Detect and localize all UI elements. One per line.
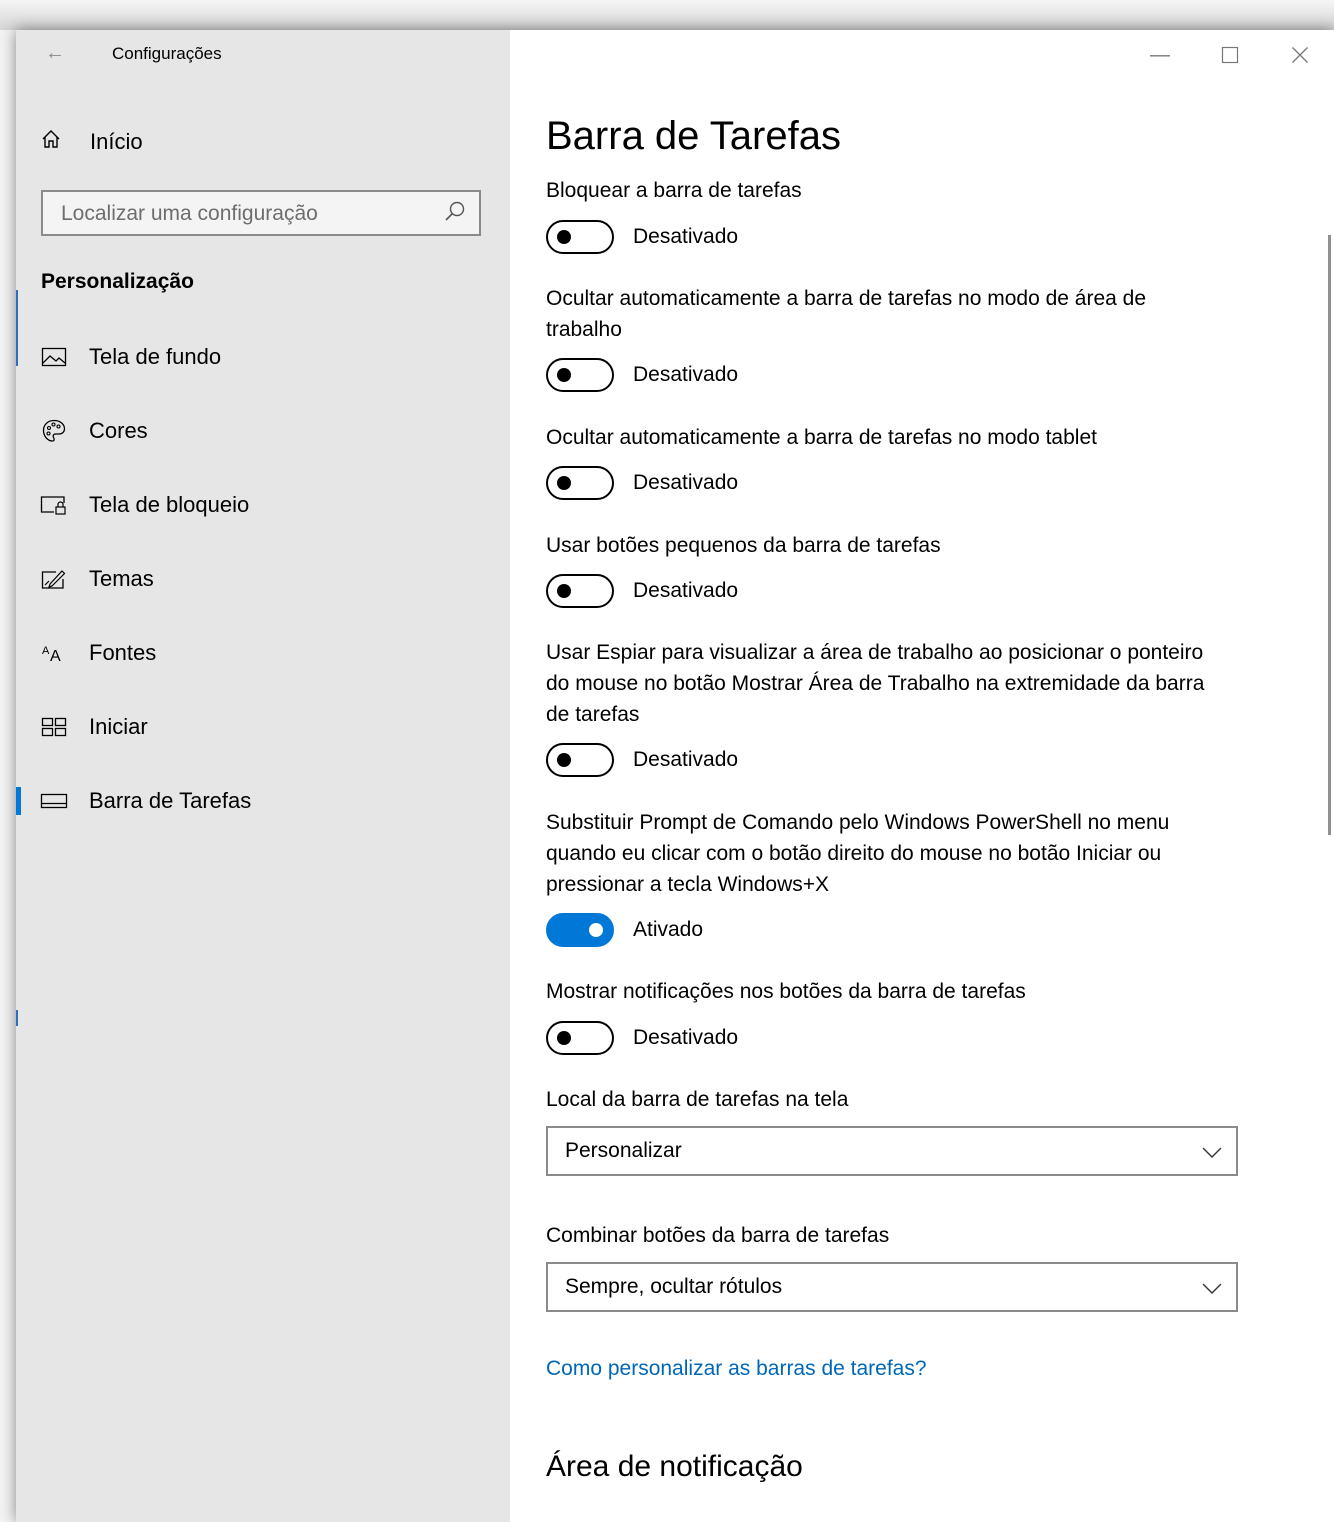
sidebar-item-label: Iniciar [89, 714, 148, 739]
sidebar-item-label: Início [90, 129, 143, 154]
sidebar-item-label: Cores [89, 418, 148, 443]
scrollbar[interactable] [1328, 235, 1331, 835]
page-title: Barra de Tarefas [546, 114, 841, 158]
toggle-state: Desativado [633, 225, 739, 248]
sidebar: ← Configurações Início Localizar uma con… [16, 30, 510, 1522]
setting-label: Ocultar automaticamente a barra de taref… [546, 426, 1097, 449]
fonts-icon: AA [40, 639, 68, 667]
toggle-knob [557, 753, 571, 767]
sidebar-item-label: Barra de Tarefas [89, 788, 252, 813]
setting-label: Substituir Prompt de Comando pelo Window… [546, 811, 1170, 896]
toggle-state: Desativado [633, 471, 739, 494]
toggle-state: Desativado [633, 579, 739, 602]
dropdown-label: Local da barra de tarefas na tela [546, 1088, 849, 1111]
sidebar-item-tela-de-bloqueio[interactable]: Tela de bloqueio [16, 468, 510, 542]
sidebar-item-temas[interactable]: Temas [16, 542, 510, 616]
setting-label: Usar botões pequenos da barra de tarefas [546, 534, 941, 557]
dropdown-value: Personalizar [565, 1139, 682, 1162]
setting-label: Ocultar automaticamente a barra de taref… [546, 287, 1147, 341]
search-icon[interactable] [441, 198, 469, 226]
toggle-switch[interactable] [546, 220, 614, 254]
chevron-down-icon [1200, 1140, 1224, 1164]
toggle-knob [557, 476, 571, 490]
toggle-knob [557, 1031, 571, 1045]
sidebar-item-tela-de-fundo[interactable]: Tela de fundo [16, 320, 510, 394]
sidebar-item-label: Tela de fundo [89, 344, 222, 369]
toggle-knob [557, 368, 571, 382]
themes-icon [40, 565, 68, 593]
sidebar-edge-mark [16, 1010, 18, 1026]
toggle-switch[interactable] [546, 743, 614, 777]
search-placeholder: Localizar uma configuração [61, 202, 318, 225]
taskbar-location-dropdown[interactable]: Personalizar [546, 1126, 1238, 1176]
toggle-powershell[interactable]: Ativado [546, 913, 703, 947]
toggle-knob [589, 923, 603, 937]
setting-label: Bloquear a barra de tarefas [546, 179, 802, 202]
help-link[interactable]: Como personalizar as barras de tarefas? [546, 1357, 927, 1381]
window-title: Configurações [112, 44, 222, 63]
section-heading: Personalização [41, 270, 194, 293]
picture-icon [40, 343, 68, 371]
sidebar-nav: Tela de fundo Cores Tela de bloqueio Tem… [16, 320, 510, 838]
palette-icon [40, 417, 68, 445]
toggle-autohide-desktop[interactable]: Desativado [546, 358, 738, 392]
lock-screen-icon [40, 491, 68, 519]
toggle-small-buttons[interactable]: Desativado [546, 574, 738, 608]
maximize-icon[interactable] [1206, 40, 1254, 70]
back-arrow-icon[interactable]: ← [40, 38, 70, 68]
search-input[interactable]: Localizar uma configuração [41, 190, 481, 236]
dropdown-value: Sempre, ocultar rótulos [565, 1275, 783, 1298]
start-icon [40, 713, 68, 741]
sidebar-item-label: Fontes [89, 640, 157, 665]
sidebar-item-label: Tela de bloqueio [89, 492, 250, 517]
toggle-autohide-tablet[interactable]: Desativado [546, 466, 738, 500]
toggle-switch[interactable] [546, 1021, 614, 1055]
sidebar-item-iniciar[interactable]: Iniciar [16, 690, 510, 764]
toggle-lock-taskbar[interactable]: Desativado [546, 220, 738, 254]
svg-text:A: A [50, 648, 61, 664]
close-icon[interactable] [1276, 40, 1324, 70]
home-icon [40, 128, 66, 156]
sidebar-item-cores[interactable]: Cores [16, 394, 510, 468]
sidebar-edge-mark [16, 290, 18, 366]
sidebar-item-fontes[interactable]: AA Fontes [16, 616, 510, 690]
toggle-state: Desativado [633, 1026, 739, 1049]
toggle-state: Ativado [633, 918, 704, 941]
screen-backdrop [0, 0, 1334, 30]
toggle-knob [557, 230, 571, 244]
taskbar-icon [40, 787, 68, 815]
sidebar-item-barra-de-tarefas[interactable]: Barra de Tarefas [16, 764, 510, 838]
svg-text:A: A [42, 645, 50, 657]
notification-area-heading: Área de notificação [546, 1450, 803, 1483]
toggle-state: Desativado [633, 748, 739, 771]
sidebar-item-home[interactable]: Início [40, 124, 143, 160]
combine-buttons-dropdown[interactable]: Sempre, ocultar rótulos [546, 1262, 1238, 1312]
toggle-switch[interactable] [546, 358, 614, 392]
toggle-switch[interactable] [546, 913, 614, 947]
toggle-badges[interactable]: Desativado [546, 1021, 738, 1055]
setting-label: Usar Espiar para visualizar a área de tr… [546, 641, 1205, 726]
settings-window: ← Configurações Início Localizar uma con… [16, 30, 1334, 1522]
toggle-peek[interactable]: Desativado [546, 743, 738, 777]
chevron-down-icon [1200, 1276, 1224, 1300]
toggle-switch[interactable] [546, 466, 614, 500]
setting-label: Mostrar notificações nos botões da barra… [546, 980, 1026, 1003]
toggle-knob [557, 584, 571, 598]
sidebar-item-label: Temas [89, 566, 154, 591]
toggle-state: Desativado [633, 363, 739, 386]
dropdown-label: Combinar botões da barra de tarefas [546, 1224, 890, 1247]
toggle-switch[interactable] [546, 574, 614, 608]
minimize-icon[interactable]: — [1136, 40, 1184, 70]
